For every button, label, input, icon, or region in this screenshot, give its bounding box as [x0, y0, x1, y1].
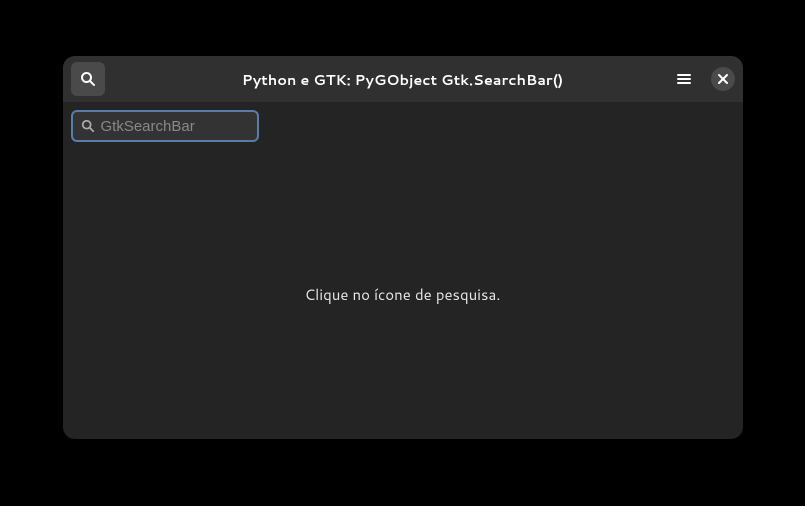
close-icon — [718, 74, 728, 84]
headerbar-right — [669, 64, 735, 94]
window-title: Python e GTK: PyGObject Gtk.SearchBar() — [242, 69, 563, 90]
search-entry[interactable] — [71, 110, 259, 142]
application-window: Python e GTK: PyGObject Gtk.SearchBar() — [63, 56, 743, 439]
menu-button[interactable] — [669, 64, 699, 94]
hamburger-icon — [676, 71, 692, 87]
headerbar-left — [71, 62, 105, 96]
content-area: Clique no ícone de pesquisa. — [63, 150, 743, 439]
close-button[interactable] — [711, 67, 735, 91]
searchbar — [63, 102, 743, 150]
search-icon — [80, 71, 96, 87]
search-icon — [81, 119, 95, 133]
content-message: Clique no ícone de pesquisa. — [305, 284, 501, 305]
headerbar: Python e GTK: PyGObject Gtk.SearchBar() — [63, 56, 743, 102]
search-input[interactable] — [101, 118, 300, 135]
search-toggle-button[interactable] — [71, 62, 105, 96]
